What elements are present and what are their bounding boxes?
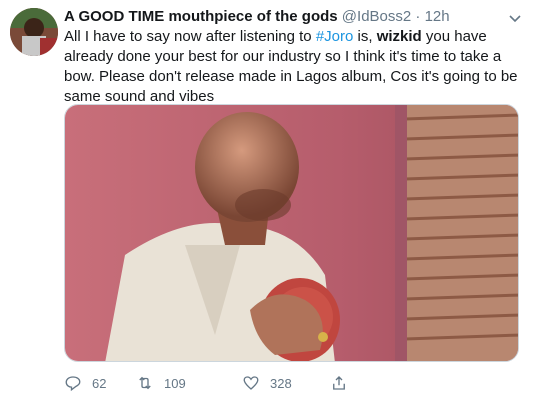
tweet-text: All I have to say now after listening to…: [64, 27, 524, 107]
retweet-icon: [139, 376, 151, 390]
share-button[interactable]: [330, 372, 348, 394]
like-count: 328: [270, 375, 292, 391]
like-icon: [243, 376, 259, 390]
reply-icon: [65, 376, 81, 392]
timestamp[interactable]: 12h: [425, 8, 450, 25]
like-button[interactable]: 328: [242, 372, 292, 394]
chevron-down-icon[interactable]: [507, 10, 523, 26]
separator: ·: [411, 8, 425, 25]
reply-count: 62: [92, 375, 107, 391]
retweet-button[interactable]: 109: [136, 372, 186, 394]
avatar[interactable]: [10, 8, 58, 56]
retweet-count: 109: [164, 375, 186, 391]
text-part: is,: [353, 28, 377, 45]
tweet-photo[interactable]: [64, 104, 519, 362]
display-name[interactable]: A GOOD TIME mouthpiece of the gods: [64, 8, 338, 25]
bold-text: wizkid: [376, 28, 422, 45]
hashtag-link[interactable]: #Joro: [316, 28, 354, 45]
reply-button[interactable]: 62: [64, 372, 106, 394]
share-icon: [333, 376, 345, 390]
text-part: All I have to say now after listening to: [64, 28, 316, 45]
tweet-header: A GOOD TIME mouthpiece of the gods @IdBo…: [64, 7, 495, 27]
handle[interactable]: @IdBoss2: [342, 8, 411, 25]
